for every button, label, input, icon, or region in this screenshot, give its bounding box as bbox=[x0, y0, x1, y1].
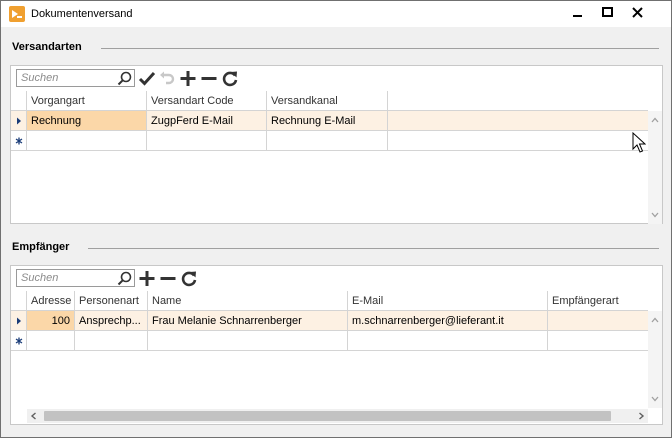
new-cell-empfaengerart[interactable] bbox=[548, 331, 648, 351]
column-header-filler bbox=[388, 91, 648, 111]
close-icon bbox=[632, 7, 643, 18]
row-arrow-icon bbox=[17, 317, 21, 325]
new-cell-filler bbox=[388, 131, 648, 151]
scroll-up-icon[interactable] bbox=[648, 315, 662, 325]
scroll-left-icon[interactable] bbox=[27, 409, 41, 423]
window-title: Dokumentenversand bbox=[31, 8, 133, 20]
minus-icon bbox=[201, 77, 217, 80]
new-cell-versandart-code[interactable] bbox=[147, 131, 267, 151]
column-header-empfaengerart[interactable]: Empfängerart bbox=[548, 291, 648, 311]
empfaenger-grid: Adresse Personenart Name E-Mail Empfänge… bbox=[11, 291, 662, 425]
refresh-button[interactable] bbox=[221, 70, 239, 87]
versandarten-vertical-scrollbar[interactable] bbox=[648, 111, 662, 224]
new-row-indicator bbox=[11, 331, 27, 351]
grid-header-row: Adresse Personenart Name E-Mail Empfänge… bbox=[11, 291, 648, 311]
column-header-versandkanal[interactable]: Versandkanal bbox=[267, 91, 388, 111]
undo-button[interactable] bbox=[158, 70, 176, 87]
refresh-button[interactable] bbox=[180, 270, 198, 287]
empfaenger-vertical-scrollbar[interactable] bbox=[648, 311, 662, 408]
empfaenger-search-input[interactable] bbox=[17, 270, 115, 286]
new-row-indicator bbox=[11, 131, 27, 151]
scroll-down-icon[interactable] bbox=[648, 210, 662, 220]
scroll-right-icon[interactable] bbox=[634, 409, 648, 423]
current-row-indicator bbox=[11, 311, 27, 331]
checkmark-icon bbox=[138, 71, 156, 86]
table-row[interactable]: 100 Ansprechp... Frau Melanie Schnarrenb… bbox=[11, 311, 648, 331]
add-button[interactable] bbox=[138, 270, 156, 287]
column-header-adresse[interactable]: Adresse bbox=[27, 291, 75, 311]
versandarten-search-input[interactable] bbox=[17, 70, 115, 86]
cell-email[interactable]: m.schnarrenberger@lieferant.it bbox=[348, 311, 548, 331]
table-row[interactable]: Rechnung ZugpFerd E-Mail Rechnung E-Mail bbox=[11, 111, 648, 131]
versandarten-grid: Vorgangart Versandart Code Versandkanal … bbox=[11, 91, 662, 224]
refresh-icon bbox=[181, 271, 197, 287]
search-icon[interactable] bbox=[117, 71, 132, 86]
versandarten-panel: Vorgangart Versandart Code Versandkanal … bbox=[10, 65, 663, 224]
undo-icon bbox=[160, 71, 175, 85]
horizontal-scroll-thumb[interactable] bbox=[44, 411, 611, 421]
column-header-name[interactable]: Name bbox=[148, 291, 348, 311]
empfaenger-heading: Empfänger bbox=[12, 241, 70, 253]
column-header-versandart-code[interactable]: Versandart Code bbox=[147, 91, 267, 111]
minus-icon bbox=[160, 277, 176, 280]
mouse-cursor-icon bbox=[632, 132, 646, 153]
current-row-indicator bbox=[11, 111, 27, 131]
new-cell-personenart[interactable] bbox=[75, 331, 148, 351]
versandarten-heading: Versandarten bbox=[12, 41, 82, 53]
column-header-email[interactable]: E-Mail bbox=[348, 291, 548, 311]
new-row[interactable] bbox=[11, 331, 648, 351]
dokumentenversand-window: Dokumentenversand Versandarten Suchen Vo… bbox=[0, 0, 672, 438]
column-header-vorgangart[interactable]: Vorgangart bbox=[27, 91, 147, 111]
scroll-down-icon[interactable] bbox=[648, 394, 662, 404]
cell-adresse[interactable]: 100 bbox=[27, 311, 75, 331]
new-cell-vorgangart[interactable] bbox=[27, 131, 147, 151]
section-divider bbox=[101, 48, 659, 49]
search-icon[interactable] bbox=[117, 271, 132, 286]
cell-empfaengerart[interactable] bbox=[548, 311, 648, 331]
plus-icon bbox=[139, 271, 155, 286]
grid-header-row: Vorgangart Versandart Code Versandkanal bbox=[11, 91, 648, 111]
save-button[interactable] bbox=[138, 70, 156, 87]
column-header-personenart[interactable]: Personenart bbox=[75, 291, 148, 311]
versandarten-search-box bbox=[16, 69, 135, 87]
title-bar: Dokumentenversand bbox=[1, 1, 671, 27]
refresh-icon bbox=[222, 71, 238, 87]
close-button[interactable] bbox=[622, 1, 654, 25]
remove-button[interactable] bbox=[200, 70, 218, 87]
maximize-icon bbox=[602, 7, 613, 17]
cell-name[interactable]: Frau Melanie Schnarrenberger bbox=[148, 311, 348, 331]
asterisk-icon bbox=[15, 137, 23, 145]
row-indicator-header bbox=[11, 291, 27, 311]
add-button[interactable] bbox=[179, 70, 197, 87]
cell-versandkanal[interactable]: Rechnung E-Mail bbox=[267, 111, 388, 131]
maximize-button[interactable] bbox=[592, 1, 624, 25]
empfaenger-panel: Adresse Personenart Name E-Mail Empfänge… bbox=[10, 265, 663, 425]
new-cell-versandkanal[interactable] bbox=[267, 131, 388, 151]
minimize-icon bbox=[573, 15, 582, 17]
cell-versandart-code[interactable]: ZugpFerd E-Mail bbox=[147, 111, 267, 131]
asterisk-icon bbox=[15, 337, 23, 345]
scroll-up-icon[interactable] bbox=[648, 115, 662, 125]
empfaenger-horizontal-scrollbar[interactable] bbox=[27, 409, 648, 423]
row-indicator-header bbox=[11, 91, 27, 111]
cell-vorgangart[interactable]: Rechnung bbox=[27, 111, 147, 131]
new-row[interactable] bbox=[11, 131, 648, 151]
new-cell-email[interactable] bbox=[348, 331, 548, 351]
cell-personenart[interactable]: Ansprechp... bbox=[75, 311, 148, 331]
cell-filler bbox=[388, 111, 648, 131]
remove-button[interactable] bbox=[159, 270, 177, 287]
new-cell-name[interactable] bbox=[148, 331, 348, 351]
app-icon bbox=[9, 6, 25, 22]
row-arrow-icon bbox=[17, 117, 21, 125]
minimize-button[interactable] bbox=[562, 1, 594, 25]
section-divider bbox=[88, 248, 659, 249]
plus-icon bbox=[180, 71, 196, 86]
empfaenger-search-box bbox=[16, 269, 135, 287]
new-cell-adresse[interactable] bbox=[27, 331, 75, 351]
